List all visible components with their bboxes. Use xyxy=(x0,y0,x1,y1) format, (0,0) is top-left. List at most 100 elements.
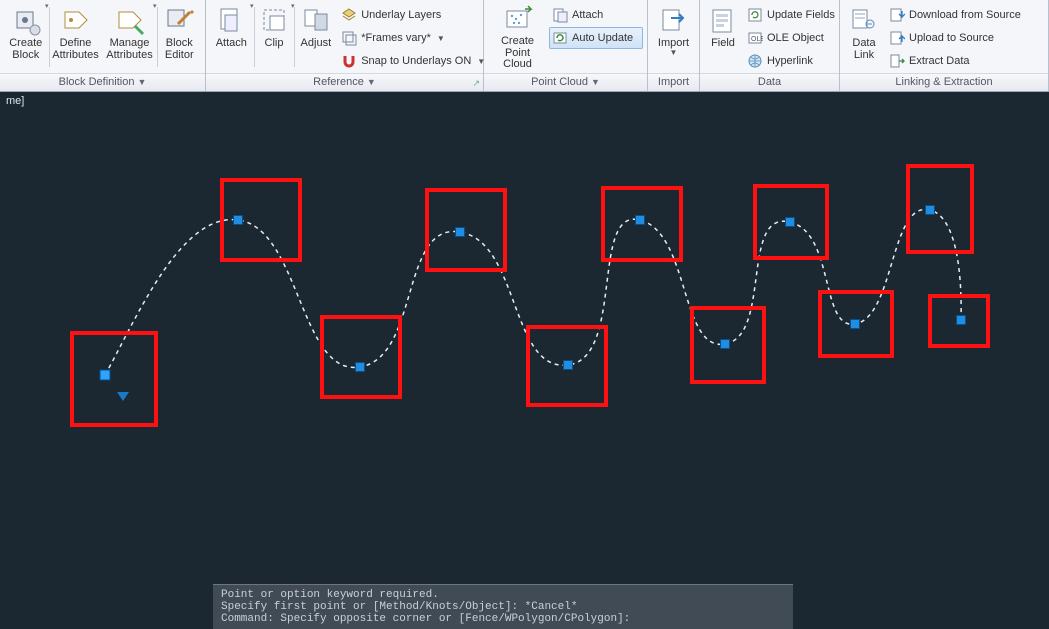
spline-fit-point-grip[interactable] xyxy=(234,216,243,225)
import-button[interactable]: Import ▼ xyxy=(652,2,695,72)
magnet-icon xyxy=(341,53,357,69)
panel-block-definition: Create Block ▾ Define Attributes Manage … xyxy=(0,0,206,91)
spline-fit-point-grip[interactable] xyxy=(851,320,860,329)
clip-icon xyxy=(258,5,290,37)
manage-attr-line2: Attributes xyxy=(106,50,152,62)
chevron-down-icon: ▼ xyxy=(367,77,376,87)
extract-label: Extract Data xyxy=(909,55,970,67)
field-button[interactable]: Field xyxy=(704,2,742,72)
field-label: Field xyxy=(711,38,735,50)
create-block-line2: Block xyxy=(12,50,39,62)
ribbon: Create Block ▾ Define Attributes Manage … xyxy=(0,0,1049,92)
chevron-down-icon: ▼ xyxy=(137,77,146,87)
adjust-button[interactable]: Adjust xyxy=(295,2,336,72)
spline-fit-point-grip[interactable] xyxy=(957,316,966,325)
spline-fit-point-grip[interactable] xyxy=(564,361,573,370)
panel-title-block-def-label: Block Definition xyxy=(59,76,135,88)
download-icon xyxy=(889,7,905,23)
update-fields-label: Update Fields xyxy=(767,9,835,21)
panel-point-cloud: Create Point Cloud Attach Auto Update Po… xyxy=(484,0,648,91)
cmd-prompt-line: Command: Specify opposite corner or [Fen… xyxy=(221,613,785,625)
panel-title-reference-label: Reference xyxy=(313,76,364,88)
spline-fit-point-grip[interactable] xyxy=(636,216,645,225)
manage-attributes-button[interactable]: Manage Attributes ▾ xyxy=(104,2,156,72)
link-icon xyxy=(747,53,763,69)
block-editor-button[interactable]: Block Editor xyxy=(158,2,202,72)
panel-title-point-cloud[interactable]: Point Cloud▼ xyxy=(484,73,647,91)
create-block-line1: Create xyxy=(9,38,42,50)
block-editor-line2: Editor xyxy=(165,50,194,62)
drawing-area[interactable]: me] xyxy=(0,92,1049,629)
panel-title-import-label: Import xyxy=(658,76,689,88)
attach-file-icon xyxy=(215,5,247,37)
panel-import: Import ▼ Import xyxy=(648,0,700,91)
spline-start-grip[interactable] xyxy=(100,370,110,380)
svg-text:OLE: OLE xyxy=(751,36,763,43)
panel-title-block-definition[interactable]: Block Definition▼ xyxy=(0,73,205,91)
adjust-icon xyxy=(300,5,332,37)
spline-fit-point-grip[interactable] xyxy=(356,363,365,372)
create-pc-line2: Point Cloud xyxy=(491,48,544,71)
data-link-line2: Link xyxy=(854,50,874,62)
chevron-down-icon: ▼ xyxy=(477,57,485,66)
snap-underlays-label: Snap to Underlays ON xyxy=(361,55,471,67)
adjust-label: Adjust xyxy=(301,38,332,50)
download-label: Download from Source xyxy=(909,9,1021,21)
extract-data-button[interactable]: Extract Data xyxy=(886,50,1036,72)
manage-attr-line1: Manage xyxy=(110,38,150,50)
spline-fit-point-grip[interactable] xyxy=(456,228,465,237)
panel-title-linking-label: Linking & Extraction xyxy=(895,76,992,88)
panel-title-reference[interactable]: Reference▼ xyxy=(206,73,483,91)
ole-object-button[interactable]: OLE OLE Object xyxy=(744,27,836,49)
create-point-cloud-button[interactable]: Create Point Cloud xyxy=(488,2,547,72)
data-link-icon xyxy=(848,5,880,37)
field-icon xyxy=(707,5,739,37)
create-block-button[interactable]: Create Block ▾ xyxy=(4,2,48,72)
pc-attach-button[interactable]: Attach xyxy=(549,4,643,26)
command-line[interactable]: Point or option keyword required. Specif… xyxy=(213,584,793,629)
import-icon xyxy=(658,5,690,37)
define-attr-line1: Define xyxy=(60,38,92,50)
grip-menu-glyph[interactable] xyxy=(117,392,129,401)
update-fields-button[interactable]: Update Fields xyxy=(744,4,836,26)
underlay-layers-label: Underlay Layers xyxy=(361,9,441,21)
upload-to-source-button[interactable]: Upload to Source xyxy=(886,27,1036,49)
spline-fit-point-grip[interactable] xyxy=(786,218,795,227)
model-space[interactable] xyxy=(0,92,1049,629)
underlay-layers-button[interactable]: Underlay Layers xyxy=(338,4,479,26)
cmd-history-line: Specify first point or [Method/Knots/Obj… xyxy=(221,601,785,613)
hyperlink-label: Hyperlink xyxy=(767,55,813,67)
frames-vary-button[interactable]: *Frames vary* ▼ xyxy=(338,27,479,49)
attach-icon xyxy=(552,7,568,23)
block-editor-line1: Block xyxy=(166,38,193,50)
panel-title-linking: Linking & Extraction xyxy=(840,73,1048,91)
panel-linking-extraction: Data Link Download from Source Upload to… xyxy=(840,0,1049,91)
define-attr-line2: Attributes xyxy=(52,50,98,62)
attach-button[interactable]: Attach ▾ xyxy=(210,2,253,72)
snap-underlays-button[interactable]: Snap to Underlays ON ▼ xyxy=(338,50,479,72)
clip-button[interactable]: Clip ▾ xyxy=(255,2,294,72)
auto-update-button[interactable]: Auto Update xyxy=(549,27,643,49)
clip-label: Clip xyxy=(265,38,284,50)
panel-title-pc-label: Point Cloud xyxy=(531,76,588,88)
data-link-line1: Data xyxy=(852,38,875,50)
spline-fit-point-grip[interactable] xyxy=(721,340,730,349)
download-from-source-button[interactable]: Download from Source xyxy=(886,4,1036,26)
hyperlink-button[interactable]: Hyperlink xyxy=(744,50,836,72)
annotation-highlight-box xyxy=(72,333,156,425)
refresh-icon xyxy=(552,30,568,46)
pc-attach-label: Attach xyxy=(572,9,603,21)
frames-icon xyxy=(341,30,357,46)
chevron-down-icon: ▼ xyxy=(670,50,678,56)
panel-title-data-label: Data xyxy=(758,76,781,88)
tag-edit-icon xyxy=(114,5,146,37)
reference-dialog-launcher[interactable]: ↗ xyxy=(472,78,480,89)
tag-icon xyxy=(60,5,92,37)
cmd-history-line: Point or option keyword required. xyxy=(221,589,785,601)
panel-data: Field Update Fields OLE OLE Object Hyper… xyxy=(700,0,840,91)
data-link-button[interactable]: Data Link xyxy=(844,2,884,72)
extract-icon xyxy=(889,53,905,69)
spline-fit-point-grip[interactable] xyxy=(926,206,935,215)
annotation-highlight-box xyxy=(908,166,972,252)
define-attributes-button[interactable]: Define Attributes xyxy=(50,2,102,72)
